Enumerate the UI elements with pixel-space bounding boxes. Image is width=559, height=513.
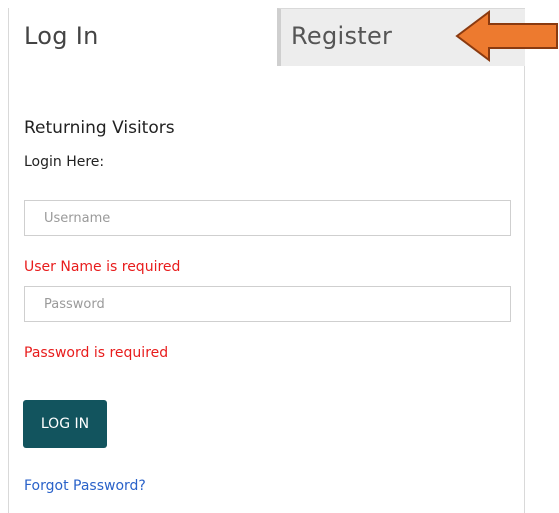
tab-login-label: Log In	[24, 22, 99, 50]
forgot-password-link[interactable]: Forgot Password?	[24, 478, 146, 494]
arrow-left-icon	[455, 10, 558, 62]
username-input[interactable]	[24, 200, 511, 236]
tab-register-label: Register	[291, 22, 393, 50]
form-subheading: Login Here:	[24, 154, 105, 170]
form-heading: Returning Visitors	[24, 118, 175, 138]
tab-login[interactable]: Log In	[9, 8, 277, 66]
username-error: User Name is required	[24, 259, 181, 275]
login-button[interactable]: LOG IN	[23, 400, 107, 448]
password-error: Password is required	[24, 345, 169, 361]
password-input[interactable]	[24, 286, 511, 322]
